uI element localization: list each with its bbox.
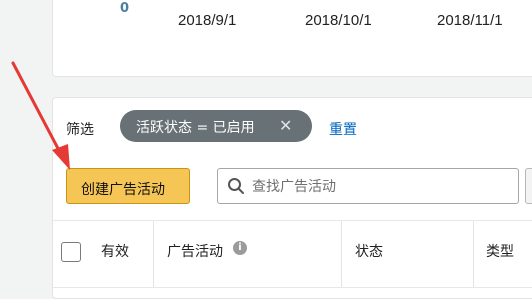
annotation-arrow (11, 61, 70, 170)
